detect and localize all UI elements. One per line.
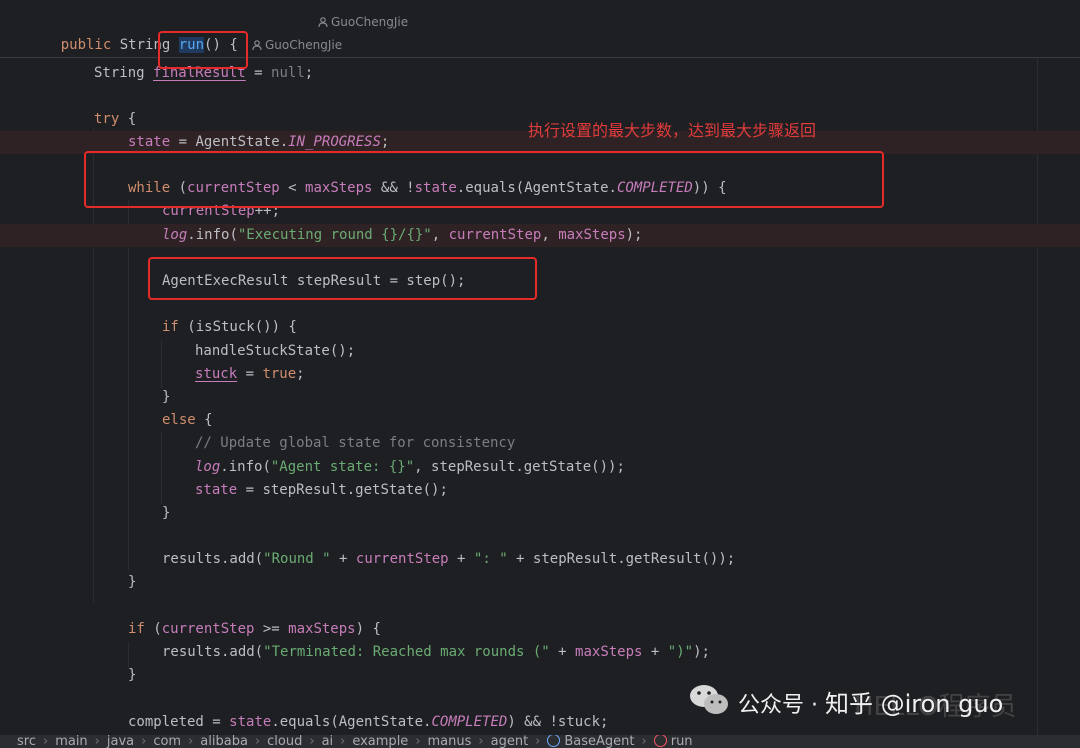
chevron-right-icon: ›: [340, 735, 346, 748]
breadcrumb-item[interactable]: agent: [491, 735, 529, 748]
code-line-highlighted[interactable]: log.info("Executing round {}/{}", curren…: [0, 224, 1080, 247]
person-icon: [318, 17, 328, 27]
code-line[interactable]: else {: [0, 409, 1080, 432]
annotation-text: 执行设置的最大步数，达到最大步骤返回: [528, 121, 817, 140]
breadcrumb: src › main › java › com › alibaba › cloud › ai › examp…: [17, 735, 693, 748]
chevron-right-icon: ›: [141, 735, 147, 748]
method-m-icon: [653, 735, 667, 747]
breadcrumb-bar: src › main › java › com › alibaba › cloud › ai › examp…: [0, 735, 1080, 748]
watermark-brand: 知乎: [824, 690, 873, 718]
breadcrumb-item-class[interactable]: BaseAgent: [564, 735, 634, 748]
chevron-right-icon: ›: [478, 735, 484, 748]
watermark-prefix: 公众号 ·: [738, 693, 825, 718]
code-line[interactable]: stuck = true;: [0, 363, 1080, 386]
breadcrumb-item[interactable]: cloud: [267, 735, 302, 748]
callout-box-step: [148, 257, 537, 300]
code-comment: // Update global state for consistency: [195, 435, 516, 451]
chevron-right-icon: ›: [42, 735, 49, 748]
code-line[interactable]: // Update global state for consistency: [0, 432, 1080, 455]
code-line[interactable]: state = stepResult.getState();: [0, 479, 1080, 502]
code-line[interactable]: results.add("Round " + currentStep + ": …: [0, 548, 1080, 571]
chevron-right-icon: ›: [415, 735, 421, 748]
class-c-icon: [547, 735, 561, 747]
callout-box-run: [158, 31, 248, 69]
code-line[interactable]: if (currentStep >= maxSteps) {: [0, 618, 1080, 641]
code-line[interactable]: results.add("Terminated: Reached max rou…: [0, 641, 1080, 664]
code-line[interactable]: log.info("Agent state: {}", stepResult.g…: [0, 456, 1080, 479]
breadcrumb-item[interactable]: main: [55, 735, 87, 748]
breadcrumb-item[interactable]: ai: [322, 735, 334, 748]
code-line[interactable]: handleStuckState();: [0, 340, 1080, 363]
wechat-icon: [690, 685, 728, 714]
breadcrumb-item[interactable]: example: [352, 735, 408, 748]
chevron-right-icon: ›: [94, 735, 100, 748]
chevron-right-icon: ›: [535, 735, 541, 748]
chevron-right-icon: ›: [188, 735, 194, 748]
breadcrumb-item[interactable]: src: [17, 735, 36, 748]
code-line[interactable]: }: [0, 571, 1080, 594]
chevron-right-icon: ›: [254, 735, 261, 748]
code-line[interactable]: }: [0, 502, 1080, 525]
code-editor[interactable]: public abstract class BaseAgent { GuoChe…: [0, 0, 1080, 735]
watermark-handle: @iron guo: [872, 690, 1004, 718]
chevron-right-icon: ›: [309, 735, 315, 748]
method-author-hint[interactable]: GuoChengJie: [252, 34, 342, 57]
code-line[interactable]: }: [0, 386, 1080, 409]
breadcrumb-item-method[interactable]: run: [671, 735, 693, 748]
breadcrumb-item[interactable]: alibaba: [200, 735, 248, 748]
author-name: GuoChengJie: [331, 15, 409, 29]
person-icon: [252, 40, 262, 50]
class-author-hint[interactable]: GuoChengJie: [318, 11, 408, 34]
author-name: GuoChengJie: [265, 38, 343, 52]
breadcrumb-item[interactable]: com: [153, 735, 181, 748]
breadcrumb-item[interactable]: java: [107, 735, 134, 748]
code-line[interactable]: if (isStuck()) {: [0, 316, 1080, 339]
breadcrumb-item[interactable]: manus: [428, 735, 472, 748]
chevron-right-icon: ›: [641, 735, 647, 748]
callout-box-while: [84, 151, 884, 208]
